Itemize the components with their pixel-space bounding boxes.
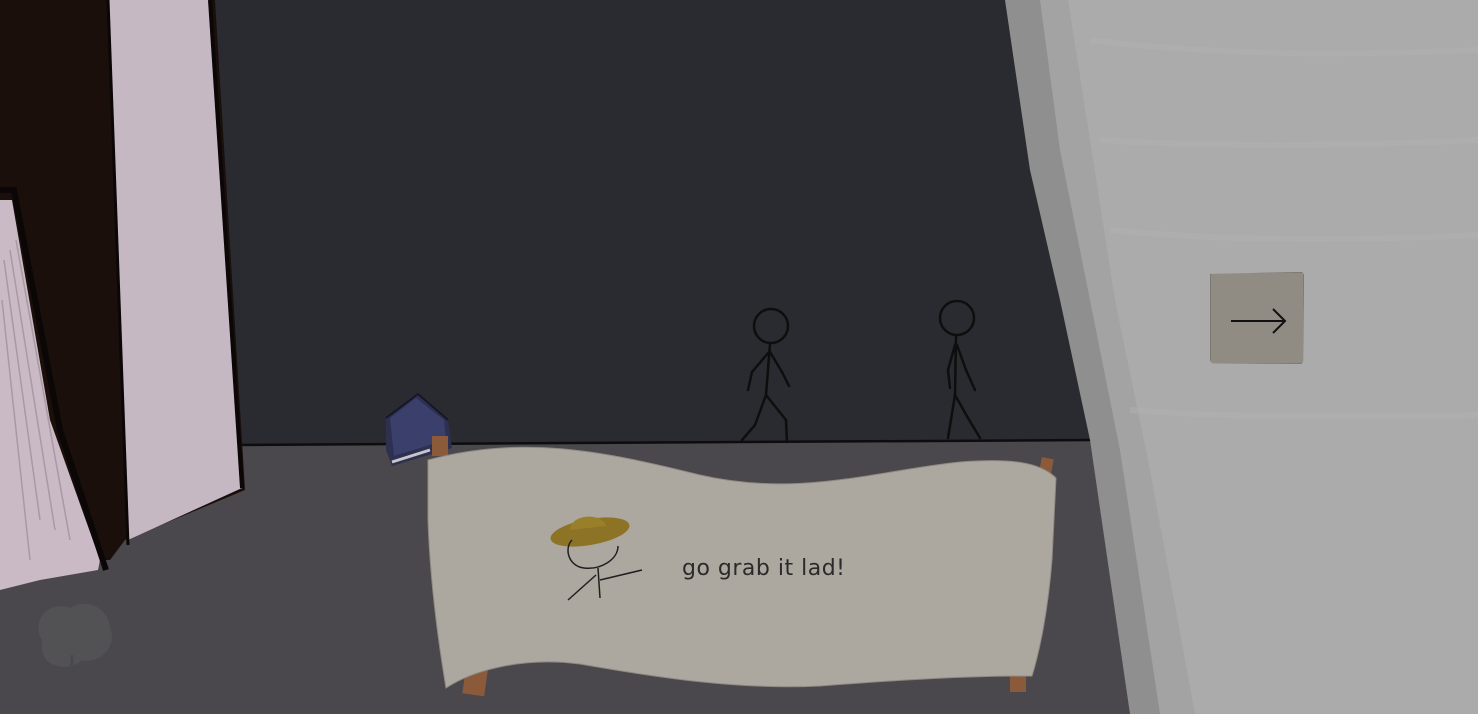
- giant-book: [0, 0, 245, 590]
- next-scene-button[interactable]: [1210, 272, 1304, 364]
- dialog-text: go grab it lad!: [682, 556, 846, 581]
- arrow-right-icon: [1231, 308, 1287, 334]
